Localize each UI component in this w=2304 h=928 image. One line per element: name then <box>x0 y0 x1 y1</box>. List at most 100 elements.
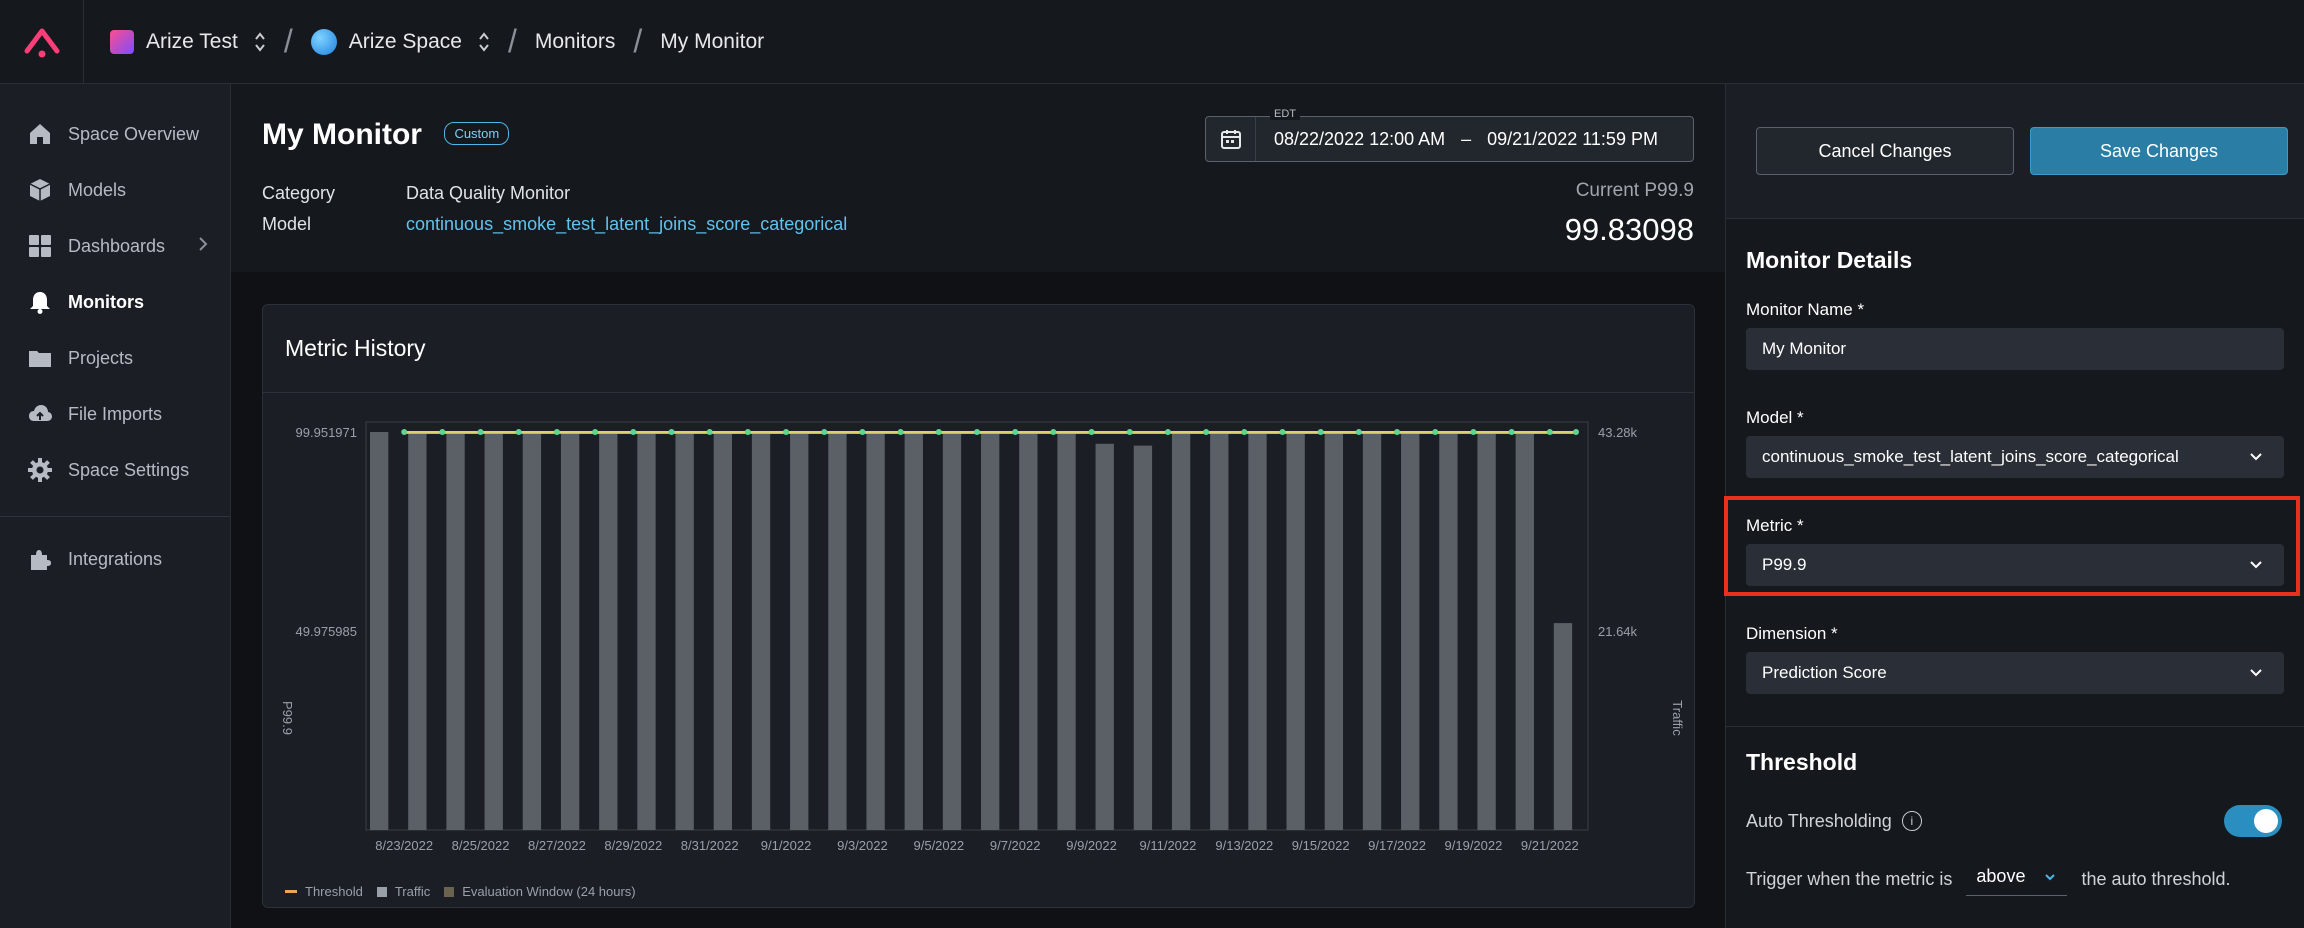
traffic-bar <box>981 432 1000 830</box>
traffic-bar <box>1133 445 1153 830</box>
legend-window-swatch <box>444 886 455 897</box>
metric-point[interactable] <box>935 429 942 435</box>
cancel-changes-button[interactable]: Cancel Changes <box>1756 127 2014 175</box>
metric-point[interactable] <box>1355 429 1362 435</box>
metric-point[interactable] <box>783 429 790 435</box>
calendar-icon <box>1206 117 1256 161</box>
sidebar-item-label: Space Settings <box>68 459 190 480</box>
metric-point[interactable] <box>1126 429 1133 435</box>
breadcrumb: Arize Test / Arize Space / Monitors / My… <box>110 23 764 60</box>
metric-point[interactable] <box>744 429 751 435</box>
y2-tick-top: 43.28k <box>1598 425 1638 440</box>
trigger-direction-select[interactable]: above <box>1966 862 2068 896</box>
timezone-label: EDT <box>1270 108 1300 120</box>
sidebar-item-file-imports[interactable]: File Imports <box>0 386 230 442</box>
traffic-bar <box>1248 432 1267 830</box>
auto-threshold-label: Auto Thresholding <box>1746 810 1892 831</box>
metric-point[interactable] <box>553 429 560 435</box>
breadcrumb-org[interactable]: Arize Test <box>110 29 266 54</box>
breadcrumb-space[interactable]: Arize Space <box>310 28 490 55</box>
current-metric-value: 99.83098 <box>1564 212 1694 247</box>
x-tick-label: 9/1/2022 <box>761 838 812 853</box>
metric-point[interactable] <box>706 429 713 435</box>
sidebar-item-models[interactable]: Models <box>0 162 230 218</box>
metric-point[interactable] <box>1546 429 1553 435</box>
action-bar: Cancel Changes Save Changes <box>1726 84 2304 219</box>
main-content: My Monitor Custom Category Data Quality … <box>231 84 1725 928</box>
sidebar-item-dashboards[interactable]: Dashboards <box>0 218 230 274</box>
traffic-bar <box>1439 432 1458 830</box>
metric-point[interactable] <box>439 429 446 435</box>
sidebar-item-label: File Imports <box>68 403 163 424</box>
x-tick-label: 9/19/2022 <box>1445 838 1503 853</box>
sidebar-item-space-settings[interactable]: Space Settings <box>0 442 230 498</box>
metric-point[interactable] <box>1203 429 1210 435</box>
model-label: Model <box>262 214 312 234</box>
monitor-name-input[interactable]: My Monitor <box>1746 328 2284 370</box>
date-range-picker[interactable]: EDT 08/22/2022 12:00 AM – 09/21/2022 11:… <box>1205 108 1694 162</box>
metric-point[interactable] <box>897 429 904 435</box>
traffic-bar <box>828 432 847 830</box>
traffic-bar <box>522 432 542 830</box>
chevron-right-icon <box>198 236 208 257</box>
metric-point[interactable] <box>515 429 522 435</box>
traffic-bar <box>484 432 503 830</box>
metric-point[interactable] <box>1088 429 1095 435</box>
grid-icon <box>26 232 54 260</box>
model-field-label: Model * <box>1746 408 1804 427</box>
model-link[interactable]: continuous_smoke_test_latent_joins_score… <box>406 214 847 235</box>
arize-logo[interactable] <box>0 0 84 84</box>
metric-point[interactable] <box>821 429 828 435</box>
auto-threshold-toggle[interactable] <box>2224 805 2282 837</box>
metric-point[interactable] <box>1012 429 1019 435</box>
traffic-bar <box>560 432 580 830</box>
metric-history-card: Metric History P99.9 Traffic 99.951971 4… <box>262 304 1695 908</box>
metric-point[interactable] <box>1164 429 1171 435</box>
metric-point[interactable] <box>1317 429 1324 435</box>
sidebar-item-label: Projects <box>68 347 134 368</box>
metric-point[interactable] <box>401 429 408 435</box>
sidebar-item-monitors[interactable]: Monitors <box>0 274 230 330</box>
metric-point[interactable] <box>1394 429 1401 435</box>
sidebar-item-space-overview[interactable]: Space Overview <box>0 106 230 162</box>
trigger-row: Trigger when the metric is above the aut… <box>1726 862 2304 896</box>
legend-evaluation-window: Evaluation Window (24 hours) <box>462 884 636 899</box>
trigger-direction-value: above <box>1976 866 2026 886</box>
space-icon <box>310 28 337 55</box>
y-tick-top: 99.951971 <box>296 425 357 440</box>
sidebar-item-label: Space Overview <box>68 123 200 144</box>
traffic-bar <box>1286 432 1305 830</box>
metric-point[interactable] <box>1508 429 1515 435</box>
info-icon[interactable]: i <box>1901 811 1922 831</box>
dimension-select[interactable]: Prediction Score <box>1746 652 2284 694</box>
metric-point[interactable] <box>1470 429 1477 435</box>
sidebar-item-projects[interactable]: Projects <box>0 330 230 386</box>
traffic-bar <box>1477 432 1496 830</box>
metric-point[interactable] <box>630 429 637 435</box>
sidebar-item-integrations[interactable]: Integrations <box>0 531 230 587</box>
breadcrumb-monitors[interactable]: Monitors <box>535 30 616 54</box>
model-select[interactable]: continuous_smoke_test_latent_joins_score… <box>1746 436 2284 478</box>
metric-point[interactable] <box>668 429 675 435</box>
metric-highlight-box <box>1724 496 2300 596</box>
metric-point[interactable] <box>1573 429 1579 435</box>
metric-point[interactable] <box>859 429 866 435</box>
metric-point[interactable] <box>974 429 980 435</box>
y2-tick-mid: 21.64k <box>1598 624 1638 639</box>
dimension-select-value: Prediction Score <box>1762 663 1887 682</box>
metric-point[interactable] <box>1241 429 1248 435</box>
chevron-down-icon <box>2248 664 2264 685</box>
metric-point[interactable] <box>477 429 484 435</box>
metric-point[interactable] <box>1279 429 1286 435</box>
trigger-suffix: the auto threshold. <box>2081 868 2231 889</box>
legend-threshold: Threshold <box>305 884 363 899</box>
bell-icon <box>26 288 54 316</box>
metric-point[interactable] <box>1050 429 1057 435</box>
traffic-bar <box>675 432 694 830</box>
metric-point[interactable] <box>1432 429 1439 435</box>
traffic-bar <box>446 432 465 830</box>
metric-point[interactable] <box>592 429 599 435</box>
x-tick-label: 8/27/2022 <box>528 838 586 853</box>
save-changes-button[interactable]: Save Changes <box>2030 127 2288 175</box>
breadcrumb-separator: / <box>283 23 293 59</box>
